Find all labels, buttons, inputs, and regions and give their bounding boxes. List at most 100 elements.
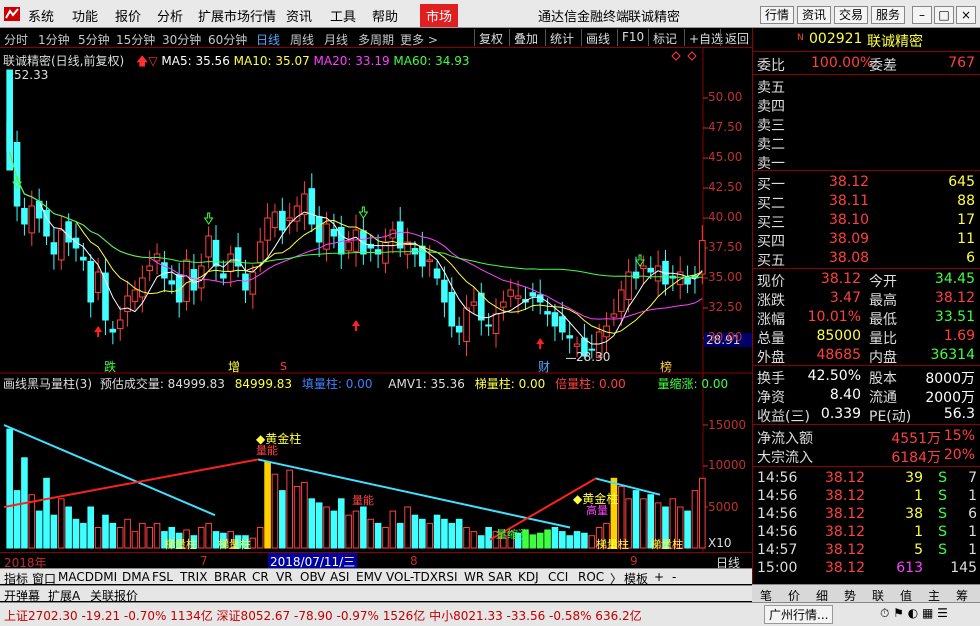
- indicator-tab[interactable]: TRIX: [180, 570, 207, 584]
- volume-bar: [323, 506, 330, 549]
- indicator-tab[interactable]: EMV: [356, 570, 382, 584]
- price-axis-tick: 47.50: [708, 120, 743, 134]
- indicator-tab[interactable]: VOL-TDX: [386, 570, 438, 584]
- indicator-tab[interactable]: CCI: [548, 570, 568, 584]
- statistics-button[interactable]: 统计: [545, 29, 578, 46]
- menu-system[interactable]: 系统: [28, 6, 54, 25]
- period-tab-multi[interactable]: 多周期: [358, 31, 394, 48]
- draw-line-button[interactable]: 画线: [581, 29, 614, 46]
- period-tab-weekly[interactable]: 周线: [290, 31, 314, 48]
- right-panel-tab[interactable]: 势: [844, 587, 856, 604]
- indicator-tab[interactable]: OBV: [300, 570, 326, 584]
- volume-bar: [330, 510, 338, 549]
- right-panel-tab[interactable]: 主: [928, 587, 940, 604]
- kline-chart-area[interactable]: 联诚精密(日线,前复权) 🡅▽ MA5: 35.56 MA10: 35.07 M…: [0, 48, 752, 552]
- period-tab-timeshare[interactable]: 分时: [4, 31, 28, 48]
- news-button[interactable]: 资讯: [797, 6, 831, 24]
- period-tab-daily[interactable]: 日线: [256, 31, 280, 48]
- buy-level-row: 买五 38.08 6: [753, 249, 980, 269]
- indicator-tab[interactable]: MACD: [58, 570, 94, 584]
- right-panel-tab[interactable]: 细: [816, 587, 828, 604]
- right-panel-tab[interactable]: 筹: [956, 587, 968, 604]
- period-tab-monthly[interactable]: 月线: [324, 31, 348, 48]
- adjust-button[interactable]: 复权: [474, 29, 507, 46]
- indicator-tab[interactable]: FSL: [152, 570, 173, 584]
- service-button[interactable]: 服务: [871, 6, 905, 24]
- menu-extended-market[interactable]: 扩展市场行情: [198, 6, 276, 25]
- shrink-volume: 量缩涨: 0.00: [657, 377, 729, 391]
- candle-body: [183, 259, 190, 303]
- menu-market[interactable]: 市场: [420, 4, 459, 27]
- event-marker-fall[interactable]: 跌: [104, 358, 116, 375]
- indicator-tab[interactable]: WR: [464, 570, 484, 584]
- amv-value: AMV1: 35.36: [388, 377, 465, 391]
- indicator-tab[interactable]: BRAR: [214, 570, 247, 584]
- sell-level-row: 卖二: [753, 133, 980, 153]
- indicator-tab[interactable]: SAR: [488, 570, 512, 584]
- candle-body: [264, 217, 271, 241]
- stat-value: 36314: [930, 347, 975, 363]
- f10-button[interactable]: F10: [617, 29, 648, 46]
- fundamental-row: 净资 8.40 流通 2000万: [753, 386, 980, 406]
- menu-tools[interactable]: 工具: [330, 6, 356, 25]
- overlay-button[interactable]: 叠加: [509, 29, 542, 46]
- volume-axis-tick: 5000: [708, 500, 739, 514]
- indicator-tab[interactable]: RSI: [438, 570, 458, 584]
- broker-connection[interactable]: 广州行情...: [764, 605, 834, 624]
- event-marker-increase[interactable]: 增: [228, 358, 240, 375]
- indicator-tab[interactable]: CR: [252, 570, 269, 584]
- stat-label: 现价: [757, 274, 785, 290]
- period-tab-1min[interactable]: 1分钟: [38, 31, 70, 48]
- candle-body: [544, 311, 551, 315]
- trend-line-1: [3, 458, 259, 508]
- indicator-tab[interactable]: VR: [276, 570, 293, 584]
- sell-signal-arrow-icon: [203, 212, 214, 225]
- mark-button[interactable]: 标记: [648, 29, 681, 46]
- buy-level-row: 买二 38.11 88: [753, 192, 980, 212]
- period-tab-15min[interactable]: 15分钟: [116, 31, 155, 48]
- indicator-tab[interactable]: DMI: [94, 570, 117, 584]
- buy-level-price: 38.08: [829, 250, 870, 266]
- event-marker-list[interactable]: 榜: [660, 358, 672, 375]
- menu-function[interactable]: 功能: [72, 6, 98, 25]
- right-panel-tab[interactable]: 价: [788, 587, 800, 604]
- right-panel-tab[interactable]: 笔: [760, 587, 772, 604]
- volume-bar: [566, 535, 573, 549]
- kline-chart-svg[interactable]: [0, 48, 752, 552]
- indicator-tab[interactable]: +: [654, 570, 664, 584]
- menu-analysis[interactable]: 分析: [157, 6, 183, 25]
- period-tab-30min[interactable]: 30分钟: [162, 31, 201, 48]
- event-marker-finance[interactable]: 财: [538, 358, 550, 375]
- trade-button[interactable]: 交易: [834, 6, 868, 24]
- back-button[interactable]: 返回: [720, 29, 753, 46]
- window-stock-title: 联诚精密: [628, 10, 681, 25]
- maximize-icon[interactable]: □: [934, 6, 954, 24]
- period-tab-more[interactable]: 更多 >: [400, 31, 438, 48]
- candle-body: [131, 289, 139, 303]
- menu-quote[interactable]: 报价: [115, 6, 141, 25]
- indicator-tab[interactable]: KDJ: [518, 570, 539, 584]
- menu-help[interactable]: 帮助: [372, 6, 398, 25]
- ma10-label: MA10: 35.07: [233, 54, 310, 68]
- tick-side: S: [938, 524, 947, 540]
- fundamental-row: 收益(三) 0.339 PE(动) 56.3: [753, 405, 980, 425]
- right-panel-tab[interactable]: 联: [872, 587, 884, 604]
- indicator-tab[interactable]: ROC: [578, 570, 604, 584]
- volume-bar: [315, 502, 323, 549]
- tick-time: 14:56: [757, 506, 798, 522]
- quote-button[interactable]: 行情: [760, 6, 794, 24]
- period-tab-60min[interactable]: 60分钟: [208, 31, 247, 48]
- right-panel-tab[interactable]: 值: [900, 587, 912, 604]
- flow-value: 6184万: [891, 450, 941, 466]
- event-marker-s[interactable]: S: [280, 360, 287, 373]
- menu-news[interactable]: 资讯: [286, 6, 312, 25]
- indicator-tab[interactable]: -: [672, 570, 676, 584]
- price-axis-tick: 40.00: [708, 210, 743, 224]
- buy-level-price: 38.10: [829, 212, 870, 228]
- minimize-icon[interactable]: –: [912, 6, 932, 24]
- indicator-tab[interactable]: ASI: [330, 570, 349, 584]
- volume-bar: [470, 531, 478, 549]
- close-icon[interactable]: ×: [956, 6, 976, 24]
- period-tab-5min[interactable]: 5分钟: [78, 31, 110, 48]
- indicator-tab[interactable]: DMA: [122, 570, 150, 584]
